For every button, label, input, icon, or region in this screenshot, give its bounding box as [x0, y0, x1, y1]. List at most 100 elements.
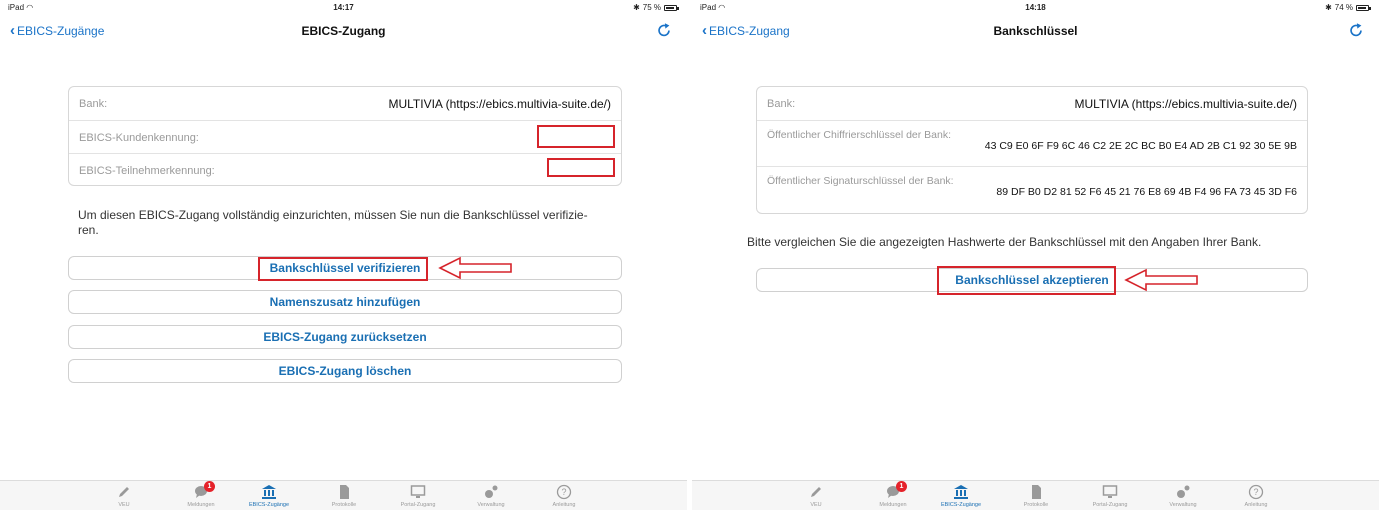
gears-icon	[1177, 485, 1190, 498]
bank-row: Bank: MULTIVIA (https://ebics.multivia-s…	[757, 87, 1307, 121]
status-right: ✱ 74 %	[1325, 3, 1371, 12]
status-bar: iPad ◠ 14:17 ✱ 75 %	[0, 0, 687, 16]
navigation-bar: ‹ EBICS-Zugänge EBICS-Zugang	[0, 16, 687, 48]
verify-bank-keys-button[interactable]: Bankschlüssel verifizieren	[68, 256, 622, 280]
signature-key-label: Öffentlicher Signaturschlüssel der Bank:	[767, 175, 954, 187]
access-info-card: Bank: MULTIVIA (https://ebics.multivia-s…	[68, 86, 622, 186]
redaction-box	[547, 158, 615, 177]
tab-protocols[interactable]: Protokolle	[1001, 484, 1071, 508]
encryption-key-hash: 43 C9 E0 6F F9 6C 46 C2 2E 2C BC B0 E4 A…	[984, 140, 1297, 152]
tab-label: Anleitung	[1244, 502, 1268, 508]
setup-hint-line: ren.	[78, 223, 99, 237]
accept-bank-keys-button[interactable]: Bankschlüssel akzeptieren	[756, 268, 1308, 292]
tab-label: VEU	[810, 502, 822, 508]
tab-label: VEU	[118, 502, 130, 508]
tab-ebics-accesses[interactable]: EBICS-Zugänge	[234, 484, 304, 508]
page-title: Bankschlüssel	[993, 24, 1078, 38]
svg-text:?: ?	[561, 487, 566, 497]
tab-label: Meldungen	[879, 502, 907, 508]
tab-messages[interactable]: 1 Meldungen	[858, 481, 928, 508]
compare-hint-text: Bitte vergleichen Sie die angezeigten Ha…	[747, 235, 1262, 249]
customer-id-label: EBICS-Kundenkennung:	[79, 132, 199, 144]
help-circle-icon: ?	[1248, 484, 1264, 500]
reset-access-button[interactable]: EBICS-Zugang zurücksetzen	[68, 325, 622, 349]
bank-label: Bank:	[767, 98, 796, 110]
status-time: 14:17	[333, 3, 354, 12]
tab-protocols[interactable]: Protokolle	[309, 484, 379, 508]
tab-administration[interactable]: Verwaltung	[1148, 484, 1218, 508]
encryption-key-row: Öffentlicher Chiffrierschlüssel der Bank…	[757, 121, 1307, 167]
tab-label: Verwaltung	[1169, 502, 1197, 508]
right-screen: iPad ◠ 14:18 ✱ 74 % ‹ EBICS-Zugang Banks…	[692, 0, 1379, 510]
refresh-icon[interactable]	[655, 21, 673, 39]
back-label: EBICS-Zugänge	[17, 24, 105, 38]
tab-portal-access[interactable]: Portal-Zugang	[1075, 484, 1145, 508]
status-right: ✱ 75 %	[633, 3, 679, 12]
redaction-box	[537, 125, 615, 148]
bank-icon	[954, 485, 968, 499]
tab-veu[interactable]: VEU	[781, 484, 851, 508]
tab-label: Portal-Zugang	[1092, 502, 1128, 508]
status-bar: iPad ◠ 14:18 ✱ 74 %	[692, 0, 1379, 16]
tab-bar: VEU 1 Meldungen EBICS-Zugänge Protokolle…	[692, 480, 1379, 510]
delete-access-button[interactable]: EBICS-Zugang löschen	[68, 359, 622, 383]
tab-ebics-accesses[interactable]: EBICS-Zugänge	[926, 484, 996, 508]
chevron-left-icon: ‹	[10, 22, 15, 39]
monitor-icon	[410, 485, 426, 498]
participant-id-row[interactable]: EBICS-Teilnehmerkennung:	[69, 154, 621, 185]
notification-badge: 1	[896, 481, 907, 492]
tab-label: Protokolle	[331, 502, 357, 508]
bluetooth-icon: ✱	[1325, 3, 1332, 12]
signature-key-hash: 89 DF B0 D2 81 52 F6 45 21 76 E8 69 4B F…	[996, 186, 1297, 198]
bank-icon	[262, 485, 276, 499]
pencil-icon	[811, 487, 821, 497]
setup-hint-line: Um diesen EBICS-Zugang vollständig einzu…	[78, 208, 588, 222]
bank-value: MULTIVIA (https://ebics.multivia-suite.d…	[388, 97, 611, 111]
tab-administration[interactable]: Verwaltung	[456, 484, 526, 508]
setup-hint-text: Um diesen EBICS-Zugang vollständig einzu…	[78, 208, 618, 238]
back-button[interactable]: ‹ EBICS-Zugang	[702, 22, 790, 39]
tab-label: EBICS-Zugänge	[940, 502, 982, 508]
battery-icon	[664, 4, 679, 11]
gears-icon	[485, 485, 498, 498]
tab-label: Portal-Zugang	[400, 502, 436, 508]
svg-text:?: ?	[1253, 487, 1258, 497]
bluetooth-icon: ✱	[633, 3, 640, 12]
help-circle-icon: ?	[556, 484, 572, 500]
tab-label: Verwaltung	[477, 502, 505, 508]
bank-value: MULTIVIA (https://ebics.multivia-suite.d…	[1074, 97, 1297, 111]
document-icon	[1032, 485, 1041, 499]
bank-row: Bank: MULTIVIA (https://ebics.multivia-s…	[69, 87, 621, 121]
pencil-icon	[119, 487, 129, 497]
document-icon	[340, 485, 349, 499]
tab-veu[interactable]: VEU	[89, 484, 159, 508]
tab-portal-access[interactable]: Portal-Zugang	[383, 484, 453, 508]
customer-id-row[interactable]: EBICS-Kundenkennung:	[69, 121, 621, 154]
left-screen: iPad ◠ 14:17 ✱ 75 % ‹ EBICS-Zugänge EBIC…	[0, 0, 687, 510]
notification-badge: 1	[204, 481, 215, 492]
status-time: 14:18	[1025, 3, 1046, 12]
add-name-suffix-button[interactable]: Namenszusatz hinzufügen	[68, 290, 622, 314]
bank-keys-card: Bank: MULTIVIA (https://ebics.multivia-s…	[756, 86, 1308, 214]
back-label: EBICS-Zugang	[709, 24, 790, 38]
participant-id-label: EBICS-Teilnehmerkennung:	[79, 165, 215, 177]
battery-percent: 75 %	[642, 3, 661, 12]
tab-guide[interactable]: ? Anleitung	[529, 484, 599, 508]
back-button[interactable]: ‹ EBICS-Zugänge	[10, 22, 105, 39]
tab-messages[interactable]: 1 Meldungen	[166, 481, 236, 508]
battery-percent: 74 %	[1334, 3, 1353, 12]
monitor-icon	[1102, 485, 1118, 498]
tab-bar: VEU 1 Meldungen EBICS-Zugänge Protokolle…	[0, 480, 687, 510]
tab-label: Meldungen	[187, 502, 215, 508]
tab-label: EBICS-Zugänge	[248, 502, 290, 508]
tab-label: Protokolle	[1023, 502, 1049, 508]
signature-key-row: Öffentlicher Signaturschlüssel der Bank:…	[757, 167, 1307, 213]
bank-label: Bank:	[79, 98, 108, 110]
encryption-key-label: Öffentlicher Chiffrierschlüssel der Bank…	[767, 129, 952, 141]
chevron-left-icon: ‹	[702, 22, 707, 39]
navigation-bar: ‹ EBICS-Zugang Bankschlüssel	[692, 16, 1379, 48]
tab-label: Anleitung	[552, 502, 576, 508]
battery-icon	[1356, 4, 1371, 11]
tab-guide[interactable]: ? Anleitung	[1221, 484, 1291, 508]
refresh-icon[interactable]	[1347, 21, 1365, 39]
